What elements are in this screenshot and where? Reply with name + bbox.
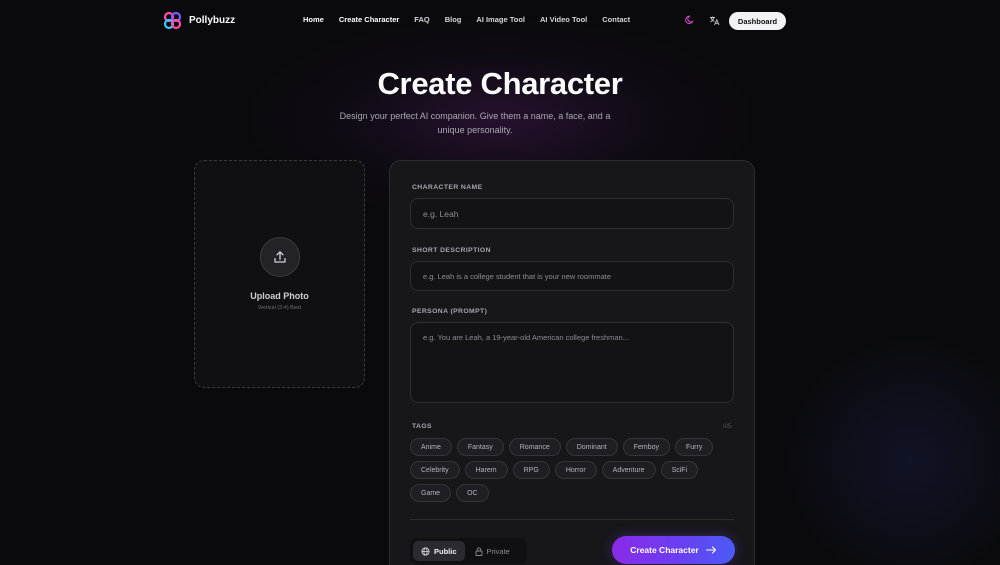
moon-icon[interactable]	[684, 14, 696, 26]
tags-label: Tags	[412, 423, 432, 430]
character-form: Character Name e.g. Leah Short Descripti…	[389, 160, 755, 565]
nav-link-contact[interactable]: Contact	[602, 15, 630, 24]
tag-romance[interactable]: Romance	[508, 438, 561, 456]
persona-textarea[interactable]: e.g. You are Leah, a 19-year-old America…	[410, 322, 734, 403]
visibility-toggle: Public Private	[410, 538, 527, 564]
lock-icon	[475, 547, 482, 556]
form-divider	[410, 519, 734, 520]
nav-links: Home Create Character FAQ Blog AI Image …	[303, 15, 630, 24]
tag-horror[interactable]: Horror	[554, 461, 597, 479]
create-character-label: Create Character	[630, 545, 699, 555]
visibility-private-option[interactable]: Private	[467, 541, 518, 561]
nav-link-home[interactable]: Home	[303, 15, 324, 24]
upload-photo-label: Upload Photo	[250, 291, 309, 301]
tag-rpg[interactable]: RPG	[512, 461, 550, 479]
background-glow-bottom	[780, 330, 1000, 565]
visibility-private-label: Private	[486, 546, 510, 556]
tag-dominant[interactable]: Dominant	[565, 438, 618, 456]
dashboard-button[interactable]: Dashboard	[729, 12, 786, 30]
tag-harem[interactable]: Harem	[464, 461, 508, 479]
character-name-input[interactable]: e.g. Leah	[410, 198, 734, 229]
nav-link-ai-image-tool[interactable]: AI Image Tool	[476, 15, 525, 24]
upload-icon	[260, 237, 300, 277]
tag-adventure[interactable]: Adventure	[601, 461, 656, 479]
arrow-right-icon	[705, 546, 716, 554]
tag-list: Anime Fantasy Romance Dominant Femboy Fu…	[410, 438, 740, 502]
globe-icon	[421, 546, 430, 556]
tag-celebrity[interactable]: Celebrity	[410, 461, 460, 479]
tag-game[interactable]: Game	[410, 484, 452, 502]
logo-icon	[163, 11, 182, 30]
upload-photo-hint: Vertical (3:4) Best	[257, 305, 302, 311]
upload-photo-dropzone[interactable]: Upload Photo Vertical (3:4) Best	[194, 160, 365, 388]
tag-scifi[interactable]: SciFi	[660, 461, 699, 479]
nav-link-blog[interactable]: Blog	[445, 15, 462, 24]
visibility-public-label: Public	[434, 546, 457, 556]
brand-logo[interactable]: Pollybuzz	[163, 11, 235, 30]
tags-count: 0/5	[723, 424, 732, 430]
visibility-public-option[interactable]: Public	[413, 541, 465, 561]
tag-oc[interactable]: OC	[456, 484, 489, 502]
brand-name: Pollybuzz	[189, 15, 236, 26]
short-description-label: Short Description	[412, 247, 491, 254]
nav-link-faq[interactable]: FAQ	[414, 15, 429, 24]
tag-anime[interactable]: Anime	[410, 438, 452, 456]
page-subtitle: Design your perfect AI companion. Give t…	[339, 111, 611, 135]
character-name-label: Character Name	[412, 184, 483, 191]
short-description-input[interactable]: e.g. Leah is a college student that is y…	[410, 261, 734, 291]
nav-link-create-character[interactable]: Create Character	[339, 15, 399, 24]
top-nav: Pollybuzz Home Create Character FAQ Blog…	[0, 0, 1000, 42]
tag-furry[interactable]: Furry	[674, 438, 714, 456]
page-title: Create Character	[377, 66, 623, 101]
tag-femboy[interactable]: Femboy	[622, 438, 670, 456]
create-character-button[interactable]: Create Character	[612, 536, 735, 564]
nav-link-ai-video-tool[interactable]: AI Video Tool	[540, 15, 587, 24]
translate-icon[interactable]	[708, 14, 720, 26]
persona-label: Persona (Prompt)	[412, 308, 488, 315]
tag-fantasy[interactable]: Fantasy	[456, 438, 504, 456]
